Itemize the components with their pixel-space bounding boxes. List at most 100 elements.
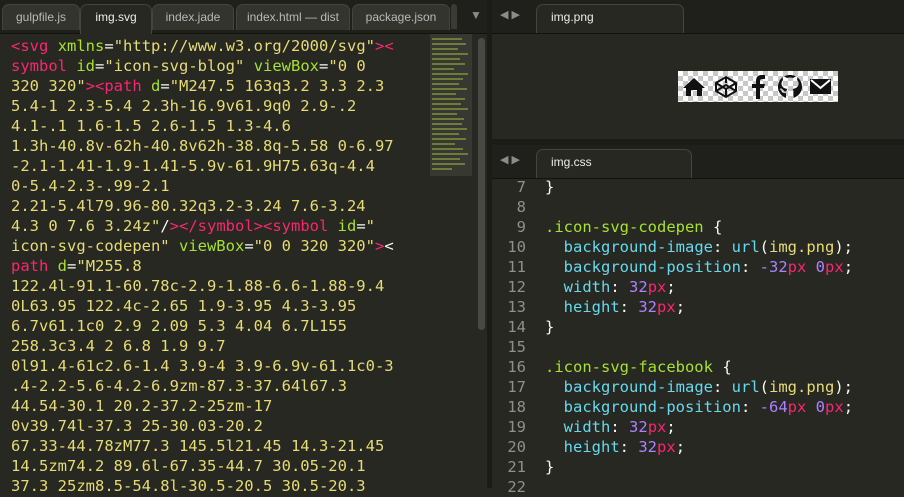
code-token: = [356, 217, 366, 235]
code-token: path [11, 257, 49, 275]
svg-code-area[interactable]: <svg xmlns="http://www.w3.org/2000/svg">… [11, 36, 394, 496]
tab-img-png[interactable]: img.png [536, 4, 684, 33]
code-token: " [365, 217, 376, 235]
code-token: 2.21-5.4l79.96-80.32q3.2-3.24 7.6-3.24 [11, 197, 366, 215]
code-token: ><symbol [253, 217, 329, 235]
css-code-line: } [545, 457, 853, 477]
svg-code-line: 1.3h-40.8v-62h-40.8v62h-38.8q-5.58 0-6.9… [11, 136, 394, 156]
code-token: px [825, 398, 844, 416]
tab-overflow-edge [451, 4, 457, 29]
sprite-preview [678, 71, 838, 102]
code-token: = [160, 77, 170, 95]
css-code-line: background-position: -64px 0px; [545, 397, 853, 417]
code-token: px [647, 418, 667, 436]
code-token: background-image [563, 238, 713, 256]
line-number: 14 [507, 318, 526, 336]
code-token: "M255.8 [76, 257, 142, 275]
code-token: < [11, 37, 21, 55]
code-token: height [563, 298, 620, 316]
line-number: 16 [507, 358, 526, 376]
code-token: symbol [11, 57, 67, 75]
github-icon [778, 75, 802, 98]
right-bottom-pane: ◀ ▶ img.css 7 8 9 10 11 12 13 14 15 16 17 18 19 20 21 2… [492, 145, 904, 496]
svg-code-line: 14.5zm74.2 89.6l-67.35-44.7 30.05-20.1 [11, 456, 394, 476]
code-token: symbol [197, 217, 254, 235]
code-token: ; [843, 398, 854, 416]
tab-gulpfile[interactable]: gulpfile.js [2, 4, 80, 30]
code-token: px [657, 438, 676, 456]
tab-img-css[interactable]: img.css [536, 149, 692, 178]
code-token: px [657, 298, 676, 316]
code-token: url [731, 378, 760, 396]
svg-code-line: 0v39.74l-37.3 25-30.03-20.2 [11, 416, 394, 436]
svg-code-line: 122.4l-91.1-60.78c-2.9-1.88-6.6-1.88-9.4 [11, 276, 394, 296]
line-number: 9 [516, 218, 526, 236]
code-token: -32 [759, 258, 788, 276]
code-token: = [95, 57, 105, 75]
svg-code-line: 44.54-30.1 20.2-37.2-25zm-17 [11, 396, 394, 416]
code-token: "icon-svg-blog" [104, 57, 245, 75]
css-code-line [545, 337, 853, 357]
code-token: 5.4-1 2.3-5.4 2.3h-16.9v61.9q0 2.9-.2 [11, 97, 357, 115]
code-token: 0-5.4-2.3-.99-2.1 [11, 177, 170, 195]
line-number: 13 [507, 298, 526, 316]
code-token: 37.3 25zm8.5-54.8l-30.5-20.5 30.5-20.3 [11, 477, 366, 495]
svg-code-line: symbol id="icon-svg-blog" viewBox="0 0 [11, 56, 394, 76]
code-token: "M247.5 163q3.2 3.3 2.3 [169, 77, 385, 95]
code-token: / [160, 217, 170, 235]
code-token: "0 0 [328, 57, 366, 75]
code-token: d [151, 77, 161, 95]
tab-package-json[interactable]: package.json [352, 4, 450, 30]
svg-code-line: 4.1-.1 1.6-1.5 2.6-1.5 1.3-4.6 [11, 116, 394, 136]
svg-code-line: 258.3c3.4 2 6.8 1.9 9.7 [11, 336, 394, 356]
css-code-line: .icon-svg-codepen { [545, 217, 853, 237]
left-tab-bar: gulpfile.js img.svg index.jade index.htm… [0, 0, 487, 34]
css-code-line: height: 32px; [545, 297, 853, 317]
tab-dropdown-icon[interactable]: ▼ [470, 0, 482, 33]
css-code-line: height: 32px; [545, 437, 853, 457]
svg-code-line: 6.7v61.1c0 2.9 2.09 5.3 4.04 6.7L155 [11, 316, 394, 336]
right-top-tab-bar: ◀ ▶ img.png [492, 0, 904, 34]
svg-code-line: 320 320"><path d="M247.5 163q3.2 3.3 2.3 [11, 76, 394, 96]
code-token: ></ [169, 217, 198, 235]
code-token: viewBox [253, 57, 320, 75]
vertical-scrollbar[interactable] [478, 38, 485, 330]
code-token: ; [843, 258, 854, 276]
line-number: 10 [507, 238, 526, 256]
code-token: 67.33-44.78zM77.3 145.5l21.45 14.3-21.45 [11, 437, 385, 455]
code-token: xmlns [57, 37, 105, 55]
code-token: width [563, 418, 611, 436]
code-token: : [740, 398, 760, 416]
svg-code-line: 2.21-5.4l79.96-80.32q3.2-3.24 7.6-3.24 [11, 196, 394, 216]
code-token: 32 [638, 298, 658, 316]
tab-index-jade[interactable]: index.jade [152, 4, 234, 30]
code-token: : [740, 258, 760, 276]
css-code-area[interactable]: } .icon-svg-codepen { background-image: u… [545, 177, 853, 497]
code-token: 0 [815, 398, 826, 416]
code-token: background-image [563, 378, 713, 396]
line-number: 15 [507, 338, 526, 356]
code-token: background-position [563, 258, 741, 276]
code-token: "0 0 320 320" [253, 237, 375, 255]
line-number: 20 [507, 438, 526, 456]
tab-img-svg[interactable]: img.svg [80, 4, 152, 34]
code-token: 32 [638, 438, 658, 456]
tab-nav-arrows-bottom[interactable]: ◀ ▶ [500, 145, 520, 178]
right-top-pane: ◀ ▶ img.png [492, 0, 904, 139]
tab-nav-arrows[interactable]: ◀ ▶ [500, 0, 520, 33]
code-token: px [647, 278, 667, 296]
code-token: = [319, 57, 329, 75]
minimap[interactable] [430, 34, 472, 176]
code-token: ( [759, 238, 769, 256]
svg-code-line: <svg xmlns="http://www.w3.org/2000/svg">… [11, 36, 394, 56]
line-number: 11 [507, 258, 526, 276]
code-token: } [545, 318, 555, 336]
left-editor-pane: gulpfile.js img.svg index.jade index.htm… [0, 0, 487, 495]
code-token: px [787, 398, 807, 416]
code-token: -64 [759, 398, 788, 416]
tab-index-html-dist[interactable]: index.html — dist [236, 4, 350, 30]
